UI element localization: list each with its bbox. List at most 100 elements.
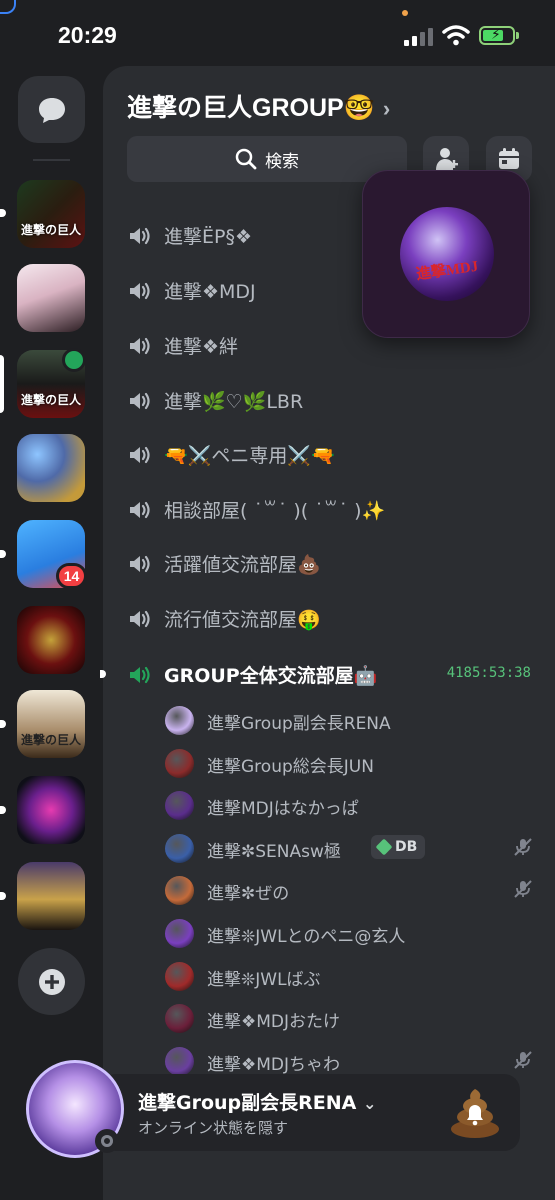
status-emoji-icon[interactable] <box>446 1083 504 1141</box>
server-icon-aot-2[interactable]: 進撃の巨人 <box>17 690 85 758</box>
voice-timer: 4185:53:38 <box>446 665 531 681</box>
member-name: 進撃❊JWLとのペニ@玄人 <box>207 927 406 947</box>
active-indicator <box>100 670 106 678</box>
server-icon-avatar[interactable] <box>17 264 85 332</box>
search-button[interactable]: 検索 <box>127 136 407 182</box>
unread-indicator <box>0 806 6 814</box>
server-icon-neon[interactable] <box>17 776 85 844</box>
channel-name: 相談部屋( ˙꒳​˙ )( ˙꒳​˙ )✨ <box>164 500 386 522</box>
server-icon-label: 進撃の巨人 <box>20 223 81 237</box>
chat-bubble-icon <box>38 97 65 123</box>
clock: 20:29 <box>58 22 117 48</box>
unread-count-badge: 14 <box>56 563 87 589</box>
chevron-down-icon: ⌄ <box>363 1094 377 1113</box>
battery-charging-icon: ⚡ <box>479 26 519 45</box>
voice-member[interactable]: 進撃MDJはなかっぱ <box>103 784 555 826</box>
avatar <box>165 1004 194 1034</box>
unread-indicator <box>0 550 6 558</box>
speaker-icon <box>130 282 150 300</box>
user-name-text: 進撃Group副会長RENA <box>138 1092 357 1114</box>
channel-name: 進撃❖MDJ <box>164 281 256 303</box>
server-preview-popup[interactable]: 進撃MDJ <box>362 170 530 338</box>
voice-member[interactable]: 進撃❊JWLばぶ <box>103 955 555 997</box>
server-icon-aot-3[interactable] <box>17 862 85 930</box>
chevron-right-icon: › <box>382 96 391 121</box>
server-rail: 進撃の巨人 進撃の巨人 14 進撃の巨人 <box>0 66 103 1200</box>
muted-mic-icon <box>514 1051 532 1069</box>
voice-member[interactable]: 進撃❊JWLとのペニ@玄人 <box>103 912 555 954</box>
muted-mic-icon <box>514 880 532 899</box>
user-status-text: オンライン状態を隠す <box>138 1119 289 1137</box>
wifi-icon <box>442 25 470 46</box>
voice-member[interactable]: 進撃❖MDJおたけ <box>103 997 555 1039</box>
voice-channel[interactable]: 流行値交流部屋🤑 <box>103 597 555 641</box>
add-user-icon <box>436 148 458 170</box>
server-icon-gold[interactable] <box>17 606 85 674</box>
avatar <box>165 961 194 991</box>
server-icon-aot-1[interactable]: 進撃の巨人 <box>17 180 85 248</box>
member-name: 進撃✼SENAsw極 <box>207 841 341 862</box>
voice-member[interactable]: 進撃Group副会長RENA <box>103 699 555 741</box>
avatar <box>165 919 194 948</box>
avatar <box>165 1046 194 1076</box>
mic-in-use-dot <box>402 10 408 16</box>
channel-name: GROUP全体交流部屋🤖 <box>164 665 378 687</box>
voice-member[interactable]: 進撃✼SENAsw極 DB <box>103 827 555 869</box>
speaker-icon <box>130 501 150 519</box>
rail-divider <box>33 159 70 161</box>
member-name: 進撃MDJはなかっぱ <box>207 799 359 820</box>
voice-channel[interactable]: 相談部屋( ˙꒳​˙ )( ˙꒳​˙ )✨ <box>103 488 555 532</box>
channel-name: 進撃❖絆 <box>164 336 239 358</box>
game-activity-badge: DB <box>371 834 426 859</box>
speaker-icon <box>130 392 150 410</box>
speaker-icon <box>130 666 150 684</box>
server-name: 進撃の巨人GROUP🤓 <box>127 94 375 122</box>
channel-name: 進撃ËP§❖ <box>164 226 252 248</box>
member-name: 進撃Group総会長JUN <box>207 756 374 777</box>
avatar <box>165 791 194 821</box>
channel-name: 進撃🌿♡🌿LBR <box>164 391 304 413</box>
selected-server-indicator <box>0 355 4 413</box>
avatar <box>165 706 194 735</box>
member-name: 進撃❊JWLばぶ <box>207 969 321 990</box>
voice-channel[interactable]: 進撃🌿♡🌿LBR <box>103 379 555 423</box>
add-server-button[interactable] <box>18 948 85 1015</box>
speaker-icon <box>130 227 150 245</box>
voice-member[interactable]: 進撃Group総会長JUN <box>103 742 555 784</box>
user-avatar[interactable] <box>26 1060 124 1158</box>
cellular-signal-icon <box>404 28 434 46</box>
active-voice-channel[interactable]: GROUP全体交流部屋🤖 4185:53:38 <box>100 653 555 697</box>
speaker-icon <box>130 610 150 628</box>
status-bar: 20:29 ⚡ <box>0 0 555 66</box>
speaker-icon <box>130 555 150 573</box>
voice-active-speaker-icon <box>62 348 86 372</box>
muted-mic-icon <box>514 838 532 856</box>
server-title[interactable]: 進撃の巨人GROUP🤓 › <box>127 88 390 124</box>
member-name: 進撃❖MDJおたけ <box>207 1012 341 1033</box>
voice-channel[interactable]: 活躍値交流部屋💩 <box>103 542 555 586</box>
member-name: 進撃✼ぜの <box>207 884 290 905</box>
plus-icon <box>38 968 65 995</box>
member-name: 進撃❖MDJちゃわ <box>207 1054 341 1075</box>
server-icon-game[interactable] <box>17 434 85 502</box>
server-logo: 進撃MDJ <box>400 207 494 301</box>
member-name: 進撃Group副会長RENA <box>207 714 391 734</box>
unread-indicator <box>0 892 6 900</box>
speaker-icon <box>130 446 150 464</box>
voice-channel[interactable]: 🔫⚔️ペニ専用⚔️🔫 <box>103 433 555 477</box>
search-icon <box>235 148 257 170</box>
user-display-name[interactable]: 進撃Group副会長RENA ⌄ <box>138 1088 376 1115</box>
server-icon-label: 進撃の巨人 <box>20 733 81 747</box>
server-logo-text: 進撃MDJ <box>415 258 480 284</box>
search-label: 検索 <box>265 151 299 172</box>
channel-name: 🔫⚔️ペニ専用⚔️🔫 <box>164 445 335 467</box>
invisible-status-icon <box>95 1129 119 1153</box>
call-indicator-icon <box>0 0 16 14</box>
avatar <box>165 748 194 778</box>
server-icon-label: 進撃の巨人 <box>20 393 81 407</box>
channel-name: 流行値交流部屋🤑 <box>164 609 321 631</box>
voice-member[interactable]: 進撃✼ぜの <box>103 869 555 911</box>
unread-indicator <box>0 209 6 217</box>
speaker-icon <box>130 337 150 355</box>
direct-messages-button[interactable] <box>18 76 85 143</box>
